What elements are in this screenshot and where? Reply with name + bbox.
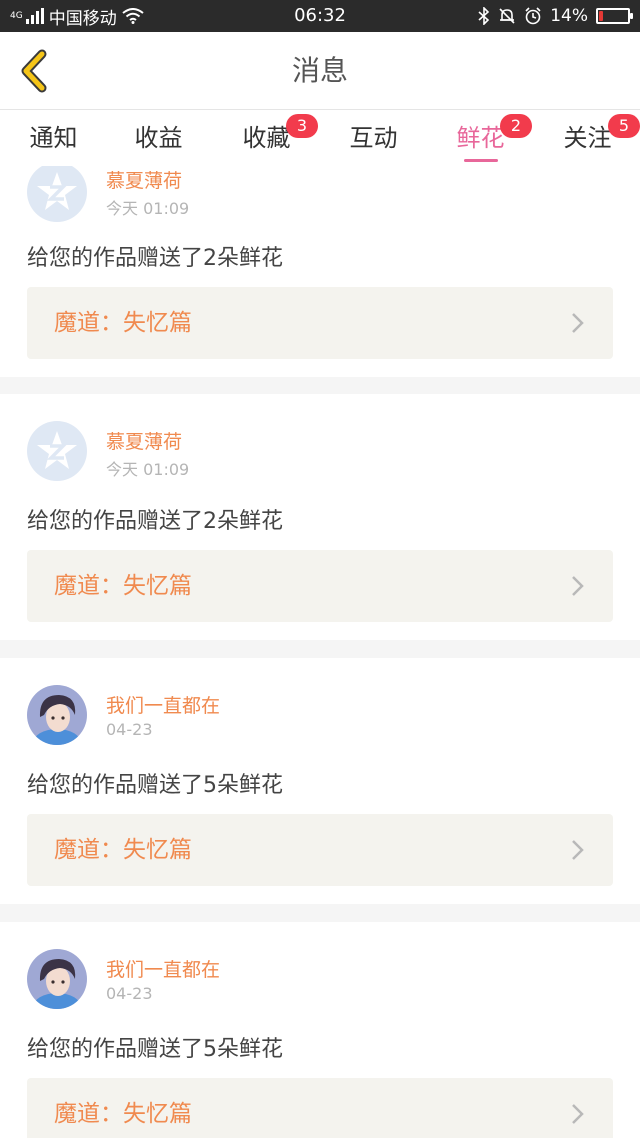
chevron-right-icon: [572, 313, 584, 333]
default-avatar-icon[interactable]: [27, 166, 87, 222]
work-title: 魔道：失忆篇: [54, 1101, 192, 1127]
tab-flowers[interactable]: 鲜花 2: [427, 110, 534, 166]
username[interactable]: 慕夏薄荷: [106, 427, 182, 454]
tab-notifications[interactable]: 通知: [0, 110, 107, 166]
username[interactable]: 我们一直都在: [106, 691, 220, 718]
user-avatar[interactable]: [27, 685, 87, 745]
default-avatar-icon[interactable]: [27, 421, 87, 481]
status-bar: 4G 中国移动 06:32 14%: [0, 0, 640, 32]
tab-favorites[interactable]: 收藏 3: [213, 110, 320, 166]
tab-badge: 3: [286, 114, 318, 138]
tab-badge: 2: [500, 114, 532, 138]
list-item: 我们一直都在 04-23 给您的作品赠送了5朵鲜花 魔道：失忆篇: [0, 922, 640, 1138]
message-text: 给您的作品赠送了5朵鲜花: [27, 1037, 283, 1062]
tab-label: 收益: [134, 124, 183, 152]
tab-following[interactable]: 关注 5: [534, 110, 640, 166]
message-text: 给您的作品赠送了5朵鲜花: [27, 773, 283, 798]
work-title: 魔道：失忆篇: [54, 837, 192, 863]
message-feed[interactable]: 慕夏薄荷 今天 01:09 给您的作品赠送了2朵鲜花 魔道：失忆篇 慕夏薄荷 今…: [0, 166, 640, 1138]
message-text: 给您的作品赠送了2朵鲜花: [27, 509, 283, 534]
mute-bell-icon: [499, 8, 515, 24]
timestamp: 今天 01:09: [106, 199, 190, 218]
header: 消息: [0, 32, 640, 110]
timestamp: 04-23: [106, 984, 153, 1003]
list-item: 慕夏薄荷 今天 01:09 给您的作品赠送了2朵鲜花 魔道：失忆篇: [0, 394, 640, 640]
work-link[interactable]: 魔道：失忆篇: [27, 814, 613, 886]
chevron-right-icon: [572, 840, 584, 860]
battery-level: [599, 11, 603, 21]
alarm-icon: [525, 7, 541, 25]
tab-earnings[interactable]: 收益: [105, 110, 212, 166]
list-item: 慕夏薄荷 今天 01:09 给您的作品赠送了2朵鲜花 魔道：失忆篇: [0, 166, 640, 377]
list-item: 我们一直都在 04-23 给您的作品赠送了5朵鲜花 魔道：失忆篇: [0, 658, 640, 904]
timestamp: 04-23: [106, 720, 153, 739]
user-avatar[interactable]: [27, 949, 87, 1009]
battery-icon: [596, 8, 633, 24]
tab-badge: 5: [608, 114, 640, 138]
work-title: 魔道：失忆篇: [54, 573, 192, 599]
work-title: 魔道：失忆篇: [54, 310, 192, 336]
username[interactable]: 慕夏薄荷: [106, 166, 182, 193]
work-link[interactable]: 魔道：失忆篇: [27, 287, 613, 359]
battery-percent: 14%: [550, 6, 588, 26]
tab-label: 互动: [349, 124, 398, 152]
bluetooth-icon: [478, 7, 490, 25]
timestamp: 今天 01:09: [106, 460, 190, 479]
tab-label: 鲜花: [456, 124, 505, 152]
tab-interactions[interactable]: 互动: [320, 110, 427, 166]
status-right: 14%: [478, 0, 633, 32]
tab-bar: 通知 收益 收藏 3 互动 鲜花 2 关注 5: [0, 110, 640, 166]
message-text: 给您的作品赠送了2朵鲜花: [27, 246, 283, 271]
chevron-right-icon: [572, 576, 584, 596]
work-link[interactable]: 魔道：失忆篇: [27, 550, 613, 622]
tab-label: 关注: [563, 124, 612, 152]
chevron-right-icon: [572, 1104, 584, 1124]
work-link[interactable]: 魔道：失忆篇: [27, 1078, 613, 1138]
page-title: 消息: [291, 54, 348, 87]
active-tab-indicator: [463, 159, 498, 162]
username[interactable]: 我们一直都在: [106, 955, 220, 982]
tab-label: 通知: [29, 124, 78, 152]
tab-label: 收藏: [242, 124, 291, 152]
